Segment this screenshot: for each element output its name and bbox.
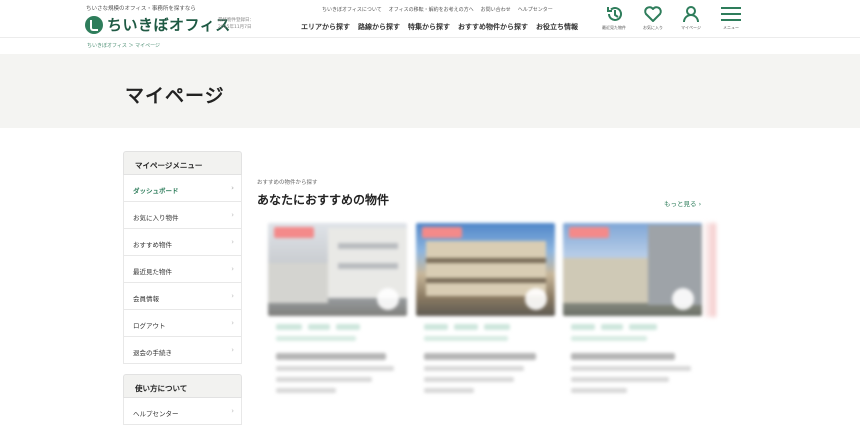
- logo-text: ちいきぼオフィス: [107, 16, 231, 34]
- sidebar-item-favorites[interactable]: お気に入り物件 ›: [123, 202, 242, 229]
- favorites-label: お気に入り: [643, 25, 663, 30]
- property-subtags: [571, 336, 647, 341]
- history-icon: [607, 6, 622, 21]
- nav-area[interactable]: エリアから探す: [301, 22, 350, 32]
- sidebar-usage-title: 使い方について: [123, 374, 242, 398]
- last-updated: 最終物件登録日： 2025年11月7日: [218, 17, 254, 31]
- sidebar-item-label: ヘルプセンター: [133, 410, 179, 418]
- recommend-kicker: おすすめの物件から探す: [257, 180, 318, 186]
- nav-feature[interactable]: 特集から探す: [408, 22, 450, 32]
- chevron-right-icon: ›: [231, 265, 234, 273]
- logo-mark-icon: [85, 15, 103, 34]
- heart-icon: [644, 6, 662, 22]
- property-photo: [268, 223, 407, 316]
- utility-link-about[interactable]: ちいきぼオフィスについて: [322, 6, 382, 13]
- chevron-right-icon: ›: [231, 184, 234, 192]
- utility-link-relocation[interactable]: オフィスの移転・解約をお考えの方へ: [389, 6, 474, 13]
- chevron-right-icon: ›: [231, 407, 234, 415]
- last-updated-date: 2025年11月7日: [218, 25, 252, 30]
- property-detail: [276, 377, 372, 382]
- property-detail: [424, 366, 524, 371]
- carousel-next-peek: [702, 223, 716, 317]
- menu-icon: [721, 7, 741, 21]
- property-detail: [571, 366, 691, 371]
- title-band: マイページ: [0, 54, 860, 128]
- page-title: マイページ: [125, 85, 225, 107]
- property-tags: [268, 324, 407, 330]
- mypage-button[interactable]: マイページ: [674, 2, 708, 36]
- property-subtags: [424, 336, 508, 341]
- sidebar-item-label: ログアウト: [133, 322, 166, 330]
- favorite-toggle-icon[interactable]: [377, 288, 399, 310]
- chevron-right-icon: ›: [231, 211, 234, 219]
- recommend-title: あなたにおすすめの物件: [257, 193, 390, 207]
- sidebar-item-label: 会員情報: [133, 295, 159, 303]
- property-photo: [563, 223, 702, 316]
- sidebar-item-help-center[interactable]: ヘルプセンター ›: [123, 398, 242, 425]
- favorite-toggle-icon[interactable]: [672, 288, 694, 310]
- menu-button[interactable]: メニュー: [714, 2, 748, 36]
- property-badge: [569, 227, 609, 238]
- property-detail: [571, 377, 669, 382]
- menu-label: メニュー: [723, 25, 739, 30]
- property-name: [424, 353, 536, 360]
- mypage-sidebar: マイページメニュー ダッシュボード › お気に入り物件 › おすすめ物件 › 最近見た…: [123, 151, 242, 425]
- sidebar-item-label: おすすめ物件: [133, 241, 172, 249]
- sidebar-item-label: ダッシュボード: [133, 187, 179, 195]
- sidebar-item-member-info[interactable]: 会員情報 ›: [123, 283, 242, 310]
- nav-line[interactable]: 路線から探す: [358, 22, 400, 32]
- property-detail: [424, 388, 474, 393]
- property-tags: [416, 324, 555, 330]
- property-badge: [422, 227, 462, 238]
- property-card[interactable]: [563, 223, 702, 413]
- property-subtags: [276, 336, 356, 341]
- main-nav: エリアから探す 路線から探す 特集から探す おすすめ物件から探す お役立ち情報: [301, 22, 578, 32]
- property-detail: [276, 366, 394, 371]
- property-card[interactable]: [268, 223, 407, 413]
- property-photo: [416, 223, 555, 316]
- sidebar-menu-title: マイページメニュー: [123, 151, 242, 175]
- property-detail: [571, 388, 627, 393]
- sidebar-item-recommended[interactable]: おすすめ物件 ›: [123, 229, 242, 256]
- user-icon: [683, 6, 699, 23]
- property-tags: [563, 324, 702, 330]
- nav-recommend[interactable]: おすすめ物件から探す: [458, 22, 528, 32]
- property-detail: [424, 377, 514, 382]
- sidebar-item-recently-viewed[interactable]: 最近見た物件 ›: [123, 256, 242, 283]
- utility-link-contact[interactable]: お問い合わせ: [481, 6, 511, 13]
- sidebar-item-logout[interactable]: ログアウト ›: [123, 310, 242, 337]
- chevron-right-icon: ›: [231, 346, 234, 354]
- property-name: [276, 353, 386, 360]
- property-detail: [276, 388, 336, 393]
- site-header: ちいさな規模のオフィス・事務所を探すなら ちいきぼオフィス 最終物件登録日： 2…: [0, 0, 860, 38]
- carousel-fade-left: [250, 223, 266, 317]
- sidebar-item-label: お気に入り物件: [133, 214, 179, 222]
- chevron-right-icon: ›: [231, 292, 234, 300]
- property-card[interactable]: [416, 223, 555, 413]
- more-link[interactable]: もっと見る ›: [664, 198, 701, 208]
- favorites-button[interactable]: お気に入り: [636, 2, 670, 36]
- utility-link-help[interactable]: ヘルプセンター: [518, 6, 553, 13]
- mypage-label: マイページ: [681, 25, 701, 30]
- last-updated-label: 最終物件登録日：: [218, 18, 254, 23]
- site-logo[interactable]: ちいきぼオフィス: [85, 14, 231, 35]
- chevron-right-icon: ›: [231, 319, 234, 327]
- sidebar-item-dashboard[interactable]: ダッシュボード ›: [123, 175, 242, 202]
- recently-viewed-button[interactable]: 最近見た物件: [597, 2, 631, 36]
- sidebar-item-label: 退会の手続き: [133, 349, 172, 357]
- favorite-toggle-icon[interactable]: [525, 288, 547, 310]
- breadcrumb[interactable]: ちいきぼオフィス ＞ マイページ: [87, 42, 160, 49]
- property-name: [571, 353, 675, 360]
- utility-nav: ちいきぼオフィスについて オフィスの移転・解約をお考えの方へ お問い合わせ ヘル…: [322, 6, 553, 13]
- sidebar-item-label: 最近見た物件: [133, 268, 172, 276]
- recently-viewed-label: 最近見た物件: [602, 25, 626, 30]
- sidebar-item-withdraw[interactable]: 退会の手続き ›: [123, 337, 242, 364]
- property-badge: [274, 227, 314, 238]
- site-tagline: ちいさな規模のオフィス・事務所を探すなら: [86, 6, 196, 12]
- nav-useful-info[interactable]: お役立ち情報: [536, 22, 578, 32]
- chevron-right-icon: ›: [231, 238, 234, 246]
